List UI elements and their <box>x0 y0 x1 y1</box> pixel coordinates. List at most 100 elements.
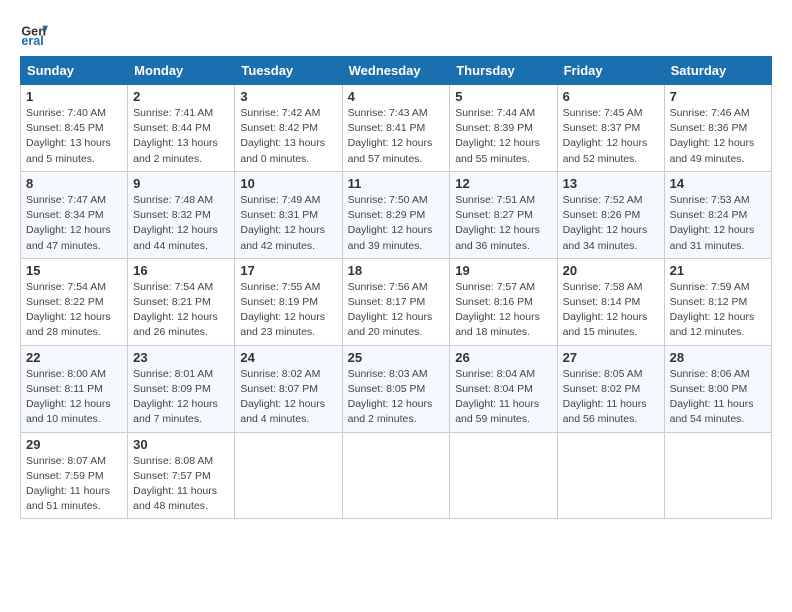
calendar-cell: 18 Sunrise: 7:56 AMSunset: 8:17 PMDaylig… <box>342 258 450 345</box>
day-number: 28 <box>670 350 766 365</box>
day-number: 20 <box>563 263 659 278</box>
calendar-cell: 25 Sunrise: 8:03 AMSunset: 8:05 PMDaylig… <box>342 345 450 432</box>
day-info: Sunrise: 7:57 AMSunset: 8:16 PMDaylight:… <box>455 281 540 339</box>
day-info: Sunrise: 7:50 AMSunset: 8:29 PMDaylight:… <box>348 194 433 252</box>
day-info: Sunrise: 7:53 AMSunset: 8:24 PMDaylight:… <box>670 194 755 252</box>
calendar-cell: 28 Sunrise: 8:06 AMSunset: 8:00 PMDaylig… <box>664 345 771 432</box>
calendar-cell: 9 Sunrise: 7:48 AMSunset: 8:32 PMDayligh… <box>128 171 235 258</box>
day-number: 5 <box>455 89 551 104</box>
calendar-cell: 7 Sunrise: 7:46 AMSunset: 8:36 PMDayligh… <box>664 85 771 172</box>
day-number: 14 <box>670 176 766 191</box>
calendar-day-header: Wednesday <box>342 57 450 85</box>
day-number: 24 <box>240 350 336 365</box>
calendar-cell: 19 Sunrise: 7:57 AMSunset: 8:16 PMDaylig… <box>450 258 557 345</box>
day-number: 18 <box>348 263 445 278</box>
day-info: Sunrise: 7:59 AMSunset: 8:12 PMDaylight:… <box>670 281 755 339</box>
calendar-cell: 3 Sunrise: 7:42 AMSunset: 8:42 PMDayligh… <box>235 85 342 172</box>
day-number: 9 <box>133 176 229 191</box>
calendar-cell: 2 Sunrise: 7:41 AMSunset: 8:44 PMDayligh… <box>128 85 235 172</box>
day-info: Sunrise: 7:58 AMSunset: 8:14 PMDaylight:… <box>563 281 648 339</box>
calendar-day-header: Friday <box>557 57 664 85</box>
day-info: Sunrise: 7:49 AMSunset: 8:31 PMDaylight:… <box>240 194 325 252</box>
day-number: 16 <box>133 263 229 278</box>
day-info: Sunrise: 7:43 AMSunset: 8:41 PMDaylight:… <box>348 107 433 165</box>
calendar-cell: 17 Sunrise: 7:55 AMSunset: 8:19 PMDaylig… <box>235 258 342 345</box>
day-number: 30 <box>133 437 229 452</box>
calendar-cell: 12 Sunrise: 7:51 AMSunset: 8:27 PMDaylig… <box>450 171 557 258</box>
calendar-cell <box>557 432 664 519</box>
day-info: Sunrise: 7:45 AMSunset: 8:37 PMDaylight:… <box>563 107 648 165</box>
day-info: Sunrise: 7:47 AMSunset: 8:34 PMDaylight:… <box>26 194 111 252</box>
calendar-day-header: Monday <box>128 57 235 85</box>
calendar-cell: 1 Sunrise: 7:40 AMSunset: 8:45 PMDayligh… <box>21 85 128 172</box>
day-info: Sunrise: 7:52 AMSunset: 8:26 PMDaylight:… <box>563 194 648 252</box>
day-info: Sunrise: 7:46 AMSunset: 8:36 PMDaylight:… <box>670 107 755 165</box>
calendar-cell: 14 Sunrise: 7:53 AMSunset: 8:24 PMDaylig… <box>664 171 771 258</box>
calendar-cell: 10 Sunrise: 7:49 AMSunset: 8:31 PMDaylig… <box>235 171 342 258</box>
day-number: 10 <box>240 176 336 191</box>
day-number: 26 <box>455 350 551 365</box>
calendar-week-row: 29 Sunrise: 8:07 AMSunset: 7:59 PMDaylig… <box>21 432 772 519</box>
calendar-cell: 20 Sunrise: 7:58 AMSunset: 8:14 PMDaylig… <box>557 258 664 345</box>
day-number: 4 <box>348 89 445 104</box>
day-info: Sunrise: 8:01 AMSunset: 8:09 PMDaylight:… <box>133 368 218 426</box>
calendar-header-row: SundayMondayTuesdayWednesdayThursdayFrid… <box>21 57 772 85</box>
day-number: 7 <box>670 89 766 104</box>
calendar-cell: 6 Sunrise: 7:45 AMSunset: 8:37 PMDayligh… <box>557 85 664 172</box>
day-number: 22 <box>26 350 122 365</box>
day-info: Sunrise: 8:02 AMSunset: 8:07 PMDaylight:… <box>240 368 325 426</box>
day-number: 21 <box>670 263 766 278</box>
day-number: 11 <box>348 176 445 191</box>
day-number: 15 <box>26 263 122 278</box>
calendar-week-row: 1 Sunrise: 7:40 AMSunset: 8:45 PMDayligh… <box>21 85 772 172</box>
page-header: Gen eral <box>20 20 772 48</box>
calendar-cell: 21 Sunrise: 7:59 AMSunset: 8:12 PMDaylig… <box>664 258 771 345</box>
svg-text:eral: eral <box>21 34 43 48</box>
calendar-cell: 16 Sunrise: 7:54 AMSunset: 8:21 PMDaylig… <box>128 258 235 345</box>
calendar-cell: 30 Sunrise: 8:08 AMSunset: 7:57 PMDaylig… <box>128 432 235 519</box>
logo: Gen eral <box>20 20 52 48</box>
day-info: Sunrise: 7:44 AMSunset: 8:39 PMDaylight:… <box>455 107 540 165</box>
calendar-cell: 27 Sunrise: 8:05 AMSunset: 8:02 PMDaylig… <box>557 345 664 432</box>
day-number: 23 <box>133 350 229 365</box>
day-info: Sunrise: 8:06 AMSunset: 8:00 PMDaylight:… <box>670 368 754 426</box>
day-number: 2 <box>133 89 229 104</box>
day-number: 1 <box>26 89 122 104</box>
calendar-day-header: Saturday <box>664 57 771 85</box>
day-info: Sunrise: 7:48 AMSunset: 8:32 PMDaylight:… <box>133 194 218 252</box>
calendar-week-row: 8 Sunrise: 7:47 AMSunset: 8:34 PMDayligh… <box>21 171 772 258</box>
day-info: Sunrise: 7:51 AMSunset: 8:27 PMDaylight:… <box>455 194 540 252</box>
day-number: 29 <box>26 437 122 452</box>
day-number: 8 <box>26 176 122 191</box>
day-info: Sunrise: 7:42 AMSunset: 8:42 PMDaylight:… <box>240 107 325 165</box>
calendar-day-header: Thursday <box>450 57 557 85</box>
calendar-week-row: 22 Sunrise: 8:00 AMSunset: 8:11 PMDaylig… <box>21 345 772 432</box>
day-info: Sunrise: 7:56 AMSunset: 8:17 PMDaylight:… <box>348 281 433 339</box>
day-number: 17 <box>240 263 336 278</box>
day-info: Sunrise: 8:04 AMSunset: 8:04 PMDaylight:… <box>455 368 539 426</box>
calendar-cell: 5 Sunrise: 7:44 AMSunset: 8:39 PMDayligh… <box>450 85 557 172</box>
calendar-cell: 4 Sunrise: 7:43 AMSunset: 8:41 PMDayligh… <box>342 85 450 172</box>
day-info: Sunrise: 8:03 AMSunset: 8:05 PMDaylight:… <box>348 368 433 426</box>
day-number: 6 <box>563 89 659 104</box>
calendar-cell: 8 Sunrise: 7:47 AMSunset: 8:34 PMDayligh… <box>21 171 128 258</box>
day-number: 12 <box>455 176 551 191</box>
day-info: Sunrise: 7:54 AMSunset: 8:21 PMDaylight:… <box>133 281 218 339</box>
calendar-cell <box>235 432 342 519</box>
calendar-cell: 23 Sunrise: 8:01 AMSunset: 8:09 PMDaylig… <box>128 345 235 432</box>
calendar-cell <box>664 432 771 519</box>
day-info: Sunrise: 8:08 AMSunset: 7:57 PMDaylight:… <box>133 455 217 513</box>
day-number: 25 <box>348 350 445 365</box>
calendar-cell: 11 Sunrise: 7:50 AMSunset: 8:29 PMDaylig… <box>342 171 450 258</box>
day-number: 3 <box>240 89 336 104</box>
day-info: Sunrise: 7:54 AMSunset: 8:22 PMDaylight:… <box>26 281 111 339</box>
calendar-day-header: Tuesday <box>235 57 342 85</box>
day-number: 19 <box>455 263 551 278</box>
calendar-week-row: 15 Sunrise: 7:54 AMSunset: 8:22 PMDaylig… <box>21 258 772 345</box>
day-info: Sunrise: 7:55 AMSunset: 8:19 PMDaylight:… <box>240 281 325 339</box>
day-info: Sunrise: 8:05 AMSunset: 8:02 PMDaylight:… <box>563 368 647 426</box>
calendar-cell <box>450 432 557 519</box>
calendar-table: SundayMondayTuesdayWednesdayThursdayFrid… <box>20 56 772 519</box>
calendar-cell: 15 Sunrise: 7:54 AMSunset: 8:22 PMDaylig… <box>21 258 128 345</box>
day-info: Sunrise: 7:41 AMSunset: 8:44 PMDaylight:… <box>133 107 218 165</box>
